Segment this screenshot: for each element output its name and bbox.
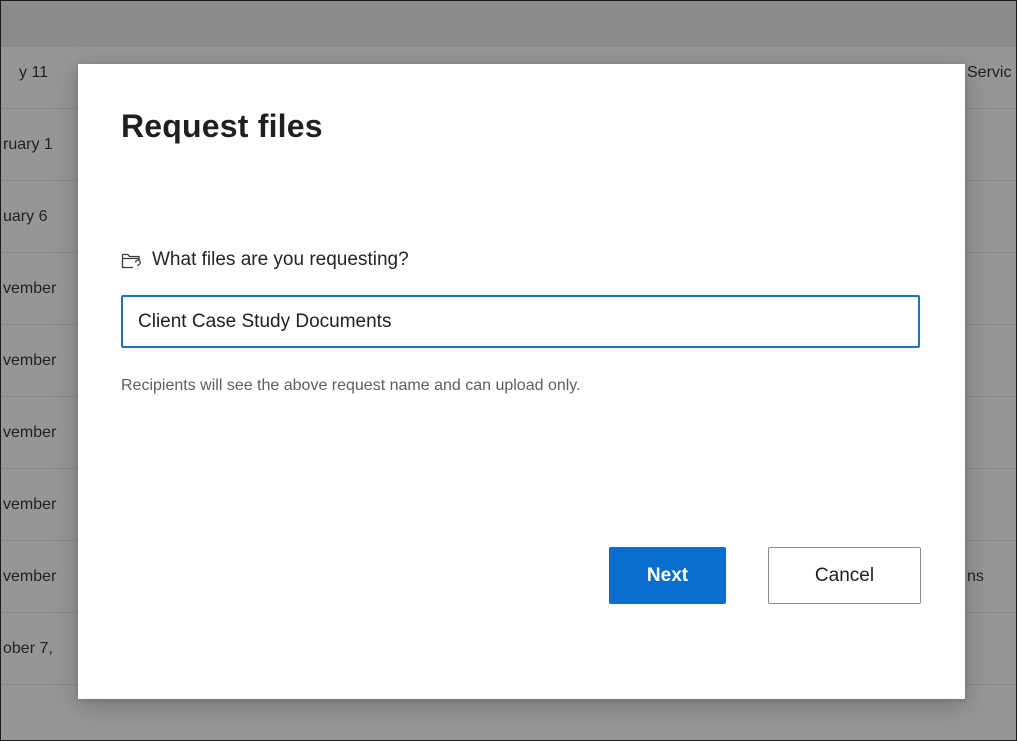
app-frame: y 11 Servic ruary 1 uary 6 vember vember… bbox=[0, 0, 1017, 741]
folder-request-icon bbox=[120, 249, 142, 271]
helper-text: Recipients will see the above request na… bbox=[121, 377, 581, 394]
request-name-label-row: What files are you requesting? bbox=[120, 249, 409, 271]
request-name-input[interactable] bbox=[121, 295, 920, 348]
next-button[interactable]: Next bbox=[609, 547, 726, 604]
request-name-label: What files are you requesting? bbox=[152, 249, 409, 270]
request-files-dialog: Request files What files are you request… bbox=[78, 64, 965, 699]
dialog-title: Request files bbox=[121, 108, 323, 144]
cancel-button[interactable]: Cancel bbox=[768, 547, 921, 604]
